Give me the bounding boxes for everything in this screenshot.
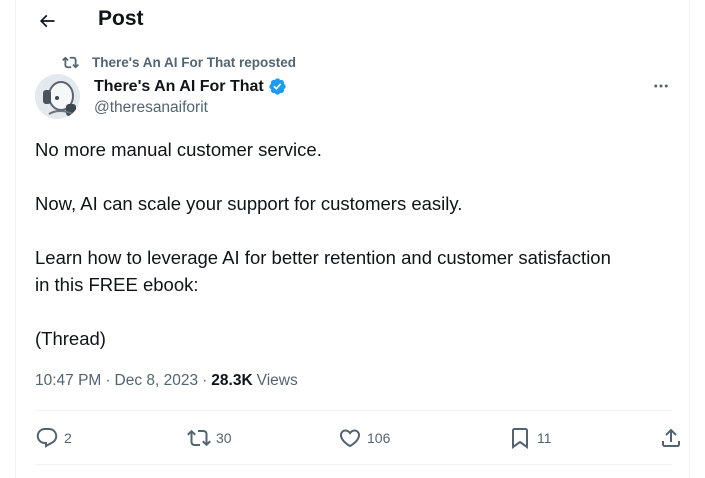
author-name[interactable]: There's An AI For That: [94, 78, 264, 96]
post-column: Post There's An AI For That reposted The…: [15, 0, 690, 478]
bookmark-icon: [512, 428, 528, 449]
back-arrow-icon: [39, 14, 55, 28]
share-icon: [662, 428, 680, 447]
repost-icon: [62, 56, 79, 68]
author-handle[interactable]: @theresanaiforit: [94, 99, 287, 117]
back-button[interactable]: [32, 6, 62, 36]
meta-separator: ·: [202, 372, 208, 389]
post-date[interactable]: Dec 8, 2023: [115, 372, 199, 390]
post-text-line: (Thread): [35, 328, 106, 349]
retweet-icon: [187, 429, 211, 447]
repost-indicator[interactable]: There's An AI For That reposted: [62, 53, 296, 71]
action-bar: 2 30 106 11: [35, 412, 680, 464]
post-text-line: Learn how to leverage AI for better rete…: [35, 247, 611, 268]
repost-label: There's An AI For That reposted: [92, 54, 296, 70]
like-button[interactable]: 106: [338, 426, 390, 450]
post-header: Post: [16, 0, 691, 42]
post-text-line: No more manual customer service.: [35, 139, 322, 160]
bookmark-count: 11: [537, 430, 552, 446]
views-label: Views: [256, 372, 298, 389]
verified-badge-icon[interactable]: [268, 77, 287, 96]
reply-count: 2: [64, 430, 72, 446]
views-count[interactable]: 28.3K: [211, 372, 252, 390]
like-icon: [339, 429, 361, 448]
post-time[interactable]: 10:47 PM: [35, 372, 101, 390]
divider: [35, 410, 672, 411]
reply-button[interactable]: 2: [35, 426, 72, 450]
post-text-line: in this FREE ebook:: [35, 274, 199, 295]
meta-separator: ·: [105, 372, 111, 389]
repost-count: 30: [216, 430, 232, 446]
divider: [35, 464, 672, 465]
more-icon: [654, 84, 668, 88]
reply-icon: [36, 428, 58, 448]
robot-logo-icon: [35, 74, 80, 119]
more-button[interactable]: [646, 76, 676, 96]
post-text-line: Now, AI can scale your support for custo…: [35, 193, 463, 214]
page-title: Post: [98, 7, 144, 30]
repost-button[interactable]: 30: [187, 426, 232, 450]
bookmark-button[interactable]: 11: [508, 426, 552, 450]
like-count: 106: [367, 430, 391, 446]
avatar[interactable]: [35, 74, 80, 119]
post-meta: 10:47 PM · Dec 8, 2023 · 28.3K Views: [35, 370, 298, 392]
author-block: There's An AI For That @theresanaiforit: [94, 76, 287, 117]
share-button[interactable]: [659, 426, 683, 450]
